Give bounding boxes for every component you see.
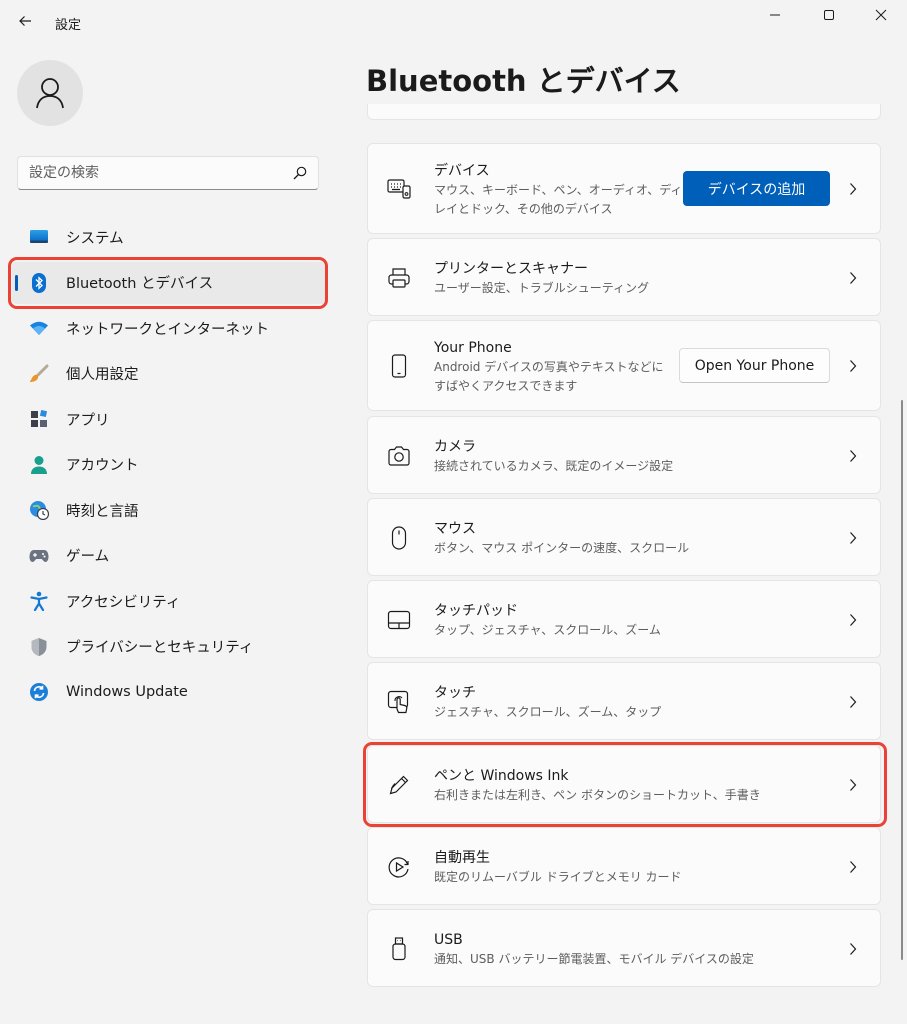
- chevron-right-icon: [848, 530, 858, 546]
- sidebar-item-label: 時刻と言語: [66, 503, 139, 520]
- sidebar-item-windows-update[interactable]: Windows Update: [12, 671, 328, 713]
- maximize-icon: [823, 9, 835, 21]
- system-icon: [29, 227, 49, 247]
- sidebar-item-privacy[interactable]: プライバシーとセキュリティ: [12, 626, 328, 668]
- title-bar: 設定: [0, 0, 907, 46]
- sidebar-item-label: アプリ: [66, 412, 110, 429]
- usb-icon: [387, 937, 411, 961]
- card-title: マウス: [434, 521, 476, 537]
- chevron-right-icon: [848, 270, 858, 286]
- chevron-right-icon: [848, 694, 858, 710]
- card-description: ユーザー設定、トラブルシューティング: [434, 281, 650, 295]
- sidebar-item-system[interactable]: システム: [12, 216, 328, 258]
- sidebar-item-accessibility[interactable]: アクセシビリティ: [12, 580, 328, 622]
- time-language-icon: [29, 500, 49, 520]
- card-title: タッチパッド: [434, 603, 518, 619]
- sidebar-item-apps[interactable]: アプリ: [12, 398, 328, 440]
- sidebar-item-label: アクセシビリティ: [66, 594, 181, 611]
- update-icon: [29, 682, 49, 702]
- sidebar-item-network[interactable]: ネットワークとインターネット: [12, 307, 328, 349]
- gamepad-icon: [29, 546, 49, 566]
- card-description: 接続されているカメラ、既定のイメージ設定: [434, 459, 674, 473]
- maximize-button[interactable]: [806, 0, 852, 30]
- card-title: カメラ: [434, 439, 476, 455]
- chevron-right-icon: [848, 612, 858, 628]
- card-description: マウス、キーボード、ペン、オーディオ、ディスプ: [434, 183, 707, 197]
- search-icon[interactable]: [292, 165, 308, 181]
- open-your-phone-button[interactable]: Open Your Phone: [679, 348, 830, 383]
- printer-icon: [387, 266, 411, 290]
- close-icon: [875, 9, 887, 21]
- apps-icon: [29, 409, 49, 429]
- phone-icon: [387, 354, 411, 378]
- card-title: Your Phone: [434, 340, 512, 356]
- minimize-button[interactable]: [752, 0, 798, 30]
- card-description: タップ、ジェスチャ、スクロール、ズーム: [434, 623, 661, 637]
- card-mouse[interactable]: マウス ボタン、マウス ポインターの速度、スクロール: [367, 498, 881, 576]
- close-button[interactable]: [858, 0, 904, 30]
- sidebar-item-time-language[interactable]: 時刻と言語: [12, 489, 328, 531]
- card-autoplay[interactable]: 自動再生 既定のリムーバブル ドライブとメモリ カード: [367, 827, 881, 905]
- sidebar-item-accounts[interactable]: アカウント: [12, 444, 328, 486]
- card-printers[interactable]: プリンターとスキャナー ユーザー設定、トラブルシューティング: [367, 238, 881, 316]
- page-title: Bluetooth とデバイス: [366, 64, 681, 98]
- card-title: タッチ: [434, 685, 476, 701]
- account-icon: [29, 455, 49, 475]
- devices-icon: [387, 177, 411, 201]
- card-touch[interactable]: タッチ ジェスチャ、スクロール、ズーム、タップ: [367, 662, 881, 740]
- card-camera[interactable]: カメラ 接続されているカメラ、既定のイメージ設定: [367, 416, 881, 494]
- card-description: レイとドック、その他のデバイス: [434, 202, 613, 216]
- mouse-icon: [387, 526, 411, 550]
- minimize-icon: [769, 9, 781, 21]
- card-title: プリンターとスキャナー: [434, 261, 588, 277]
- sidebar-item-label: ネットワークとインターネット: [66, 321, 269, 338]
- camera-icon: [387, 444, 411, 468]
- search-input[interactable]: [29, 157, 279, 189]
- back-arrow-icon[interactable]: [14, 10, 36, 32]
- chevron-right-icon: [848, 358, 858, 374]
- card-description: ジェスチャ、スクロール、ズーム、タップ: [434, 705, 662, 719]
- add-device-button[interactable]: デバイスの追加: [683, 171, 830, 206]
- avatar[interactable]: [17, 60, 83, 126]
- user-icon: [34, 76, 66, 110]
- scrollbar-thumb[interactable]: [901, 400, 903, 960]
- sidebar-item-label: システム: [66, 230, 124, 247]
- sidebar-highlight-box: [8, 257, 328, 309]
- sidebar-item-label: プライバシーとセキュリティ: [66, 640, 254, 656]
- card-title: デバイス: [434, 163, 490, 179]
- sidebar-item-label: Windows Update: [66, 684, 188, 700]
- sidebar-item-label: 個人用設定: [66, 367, 139, 383]
- chevron-right-icon: [848, 859, 858, 875]
- card-description: Android デバイスの写真やテキストなどに: [434, 360, 664, 374]
- brush-icon: [29, 364, 49, 384]
- accessibility-icon: [29, 591, 49, 611]
- card-top-edge: [367, 104, 881, 120]
- sidebar-item-gaming[interactable]: ゲーム: [12, 535, 328, 577]
- card-description: すばやくアクセスできます: [434, 379, 578, 393]
- card-description: 通知、USB バッテリー節電装置、モバイル デバイスの設定: [434, 952, 754, 966]
- touch-icon: [387, 690, 411, 714]
- card-touchpad[interactable]: タッチパッド タップ、ジェスチャ、スクロール、ズーム: [367, 580, 881, 658]
- sidebar-item-label: アカウント: [66, 458, 139, 474]
- autoplay-icon: [387, 855, 411, 879]
- chevron-right-icon: [848, 941, 858, 957]
- card-title: 自動再生: [434, 850, 490, 866]
- chevron-right-icon: [848, 448, 858, 464]
- card-your-phone[interactable]: Your Phone Android デバイスの写真やテキストなどに すばやくア…: [367, 320, 881, 411]
- search-box: [17, 156, 319, 190]
- card-highlight-box: [363, 742, 887, 827]
- card-usb[interactable]: USB 通知、USB バッテリー節電装置、モバイル デバイスの設定: [367, 909, 881, 987]
- network-icon: [29, 318, 49, 338]
- chevron-right-icon: [848, 181, 858, 197]
- shield-icon: [29, 637, 49, 657]
- card-devices[interactable]: デバイス マウス、キーボード、ペン、オーディオ、ディスプ レイとドック、その他の…: [367, 143, 881, 234]
- card-description: ボタン、マウス ポインターの速度、スクロール: [434, 541, 690, 555]
- touchpad-icon: [387, 608, 411, 632]
- sidebar-item-personalization[interactable]: 個人用設定: [12, 353, 328, 395]
- app-title: 設定: [55, 18, 82, 33]
- card-description: 既定のリムーバブル ドライブとメモリ カード: [434, 870, 682, 884]
- card-title: USB: [434, 932, 463, 948]
- sidebar-item-label: ゲーム: [66, 549, 110, 565]
